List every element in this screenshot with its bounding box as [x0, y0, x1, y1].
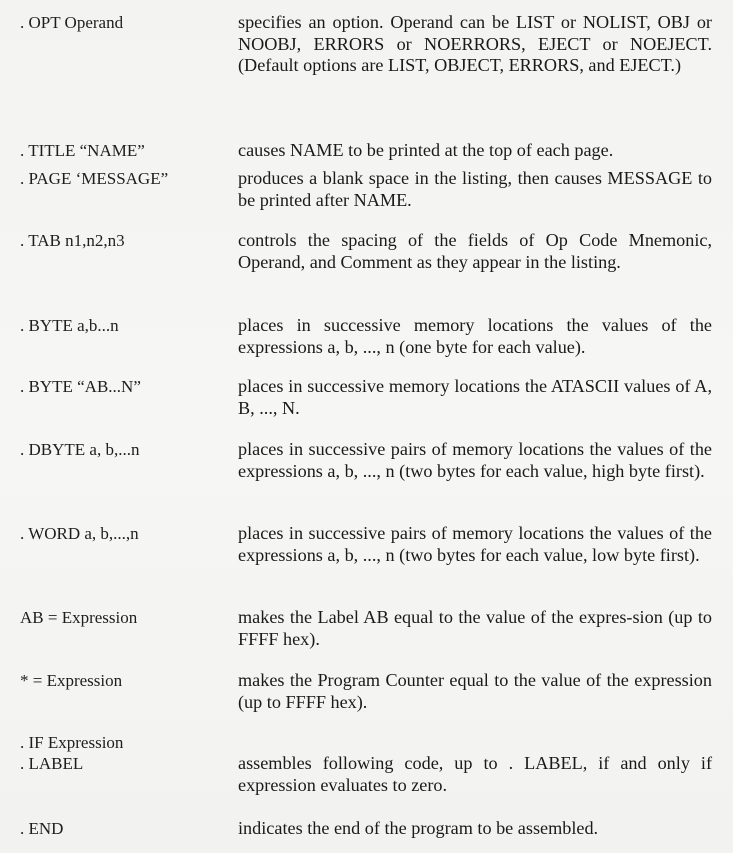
directive-term: . PAGE ‘MESSAGE”: [20, 169, 169, 188]
directive-term: . BYTE a,b...n: [20, 316, 119, 335]
directive-description: places in successive pairs of memory loc…: [238, 523, 712, 565]
directive-term: . END: [20, 819, 64, 838]
directive-description: places in successive memory locations th…: [238, 315, 712, 357]
directive-term: . DBYTE a, b,...n: [20, 440, 140, 459]
directive-description: produces a blank space in the listing, t…: [238, 168, 712, 210]
directive-term: . BYTE “AB...N”: [20, 377, 141, 396]
directive-description: assembles following code, up to . LABEL,…: [238, 753, 712, 795]
directive-term: . TITLE “NAME”: [20, 141, 145, 160]
document-page: . OPT Operand specifies an option. Opera…: [0, 0, 733, 853]
directive-description: specifies an option. Operand can be LIST…: [238, 12, 712, 75]
directive-description: controls the spacing of the fields of Op…: [238, 230, 712, 272]
directive-term: * = Expression: [20, 671, 123, 690]
directive-term: . WORD a, b,...,n: [20, 524, 139, 543]
directive-term: . OPT Operand: [20, 13, 124, 32]
directive-term: . TAB n1,n2,n3: [20, 231, 125, 250]
directive-term: AB = Expression: [20, 608, 138, 627]
directive-description: causes NAME to be printed at the top of …: [238, 140, 614, 160]
directive-description: makes the Label AB equal to the value of…: [238, 607, 712, 649]
directive-description: makes the Program Counter equal to the v…: [238, 670, 712, 712]
directive-description: places in successive memory locations th…: [238, 376, 712, 418]
directive-description: places in successive pairs of memory loc…: [238, 439, 712, 481]
directive-term: . IF Expression . LABEL: [20, 733, 124, 773]
directive-description: indicates the end of the program to be a…: [238, 818, 599, 838]
